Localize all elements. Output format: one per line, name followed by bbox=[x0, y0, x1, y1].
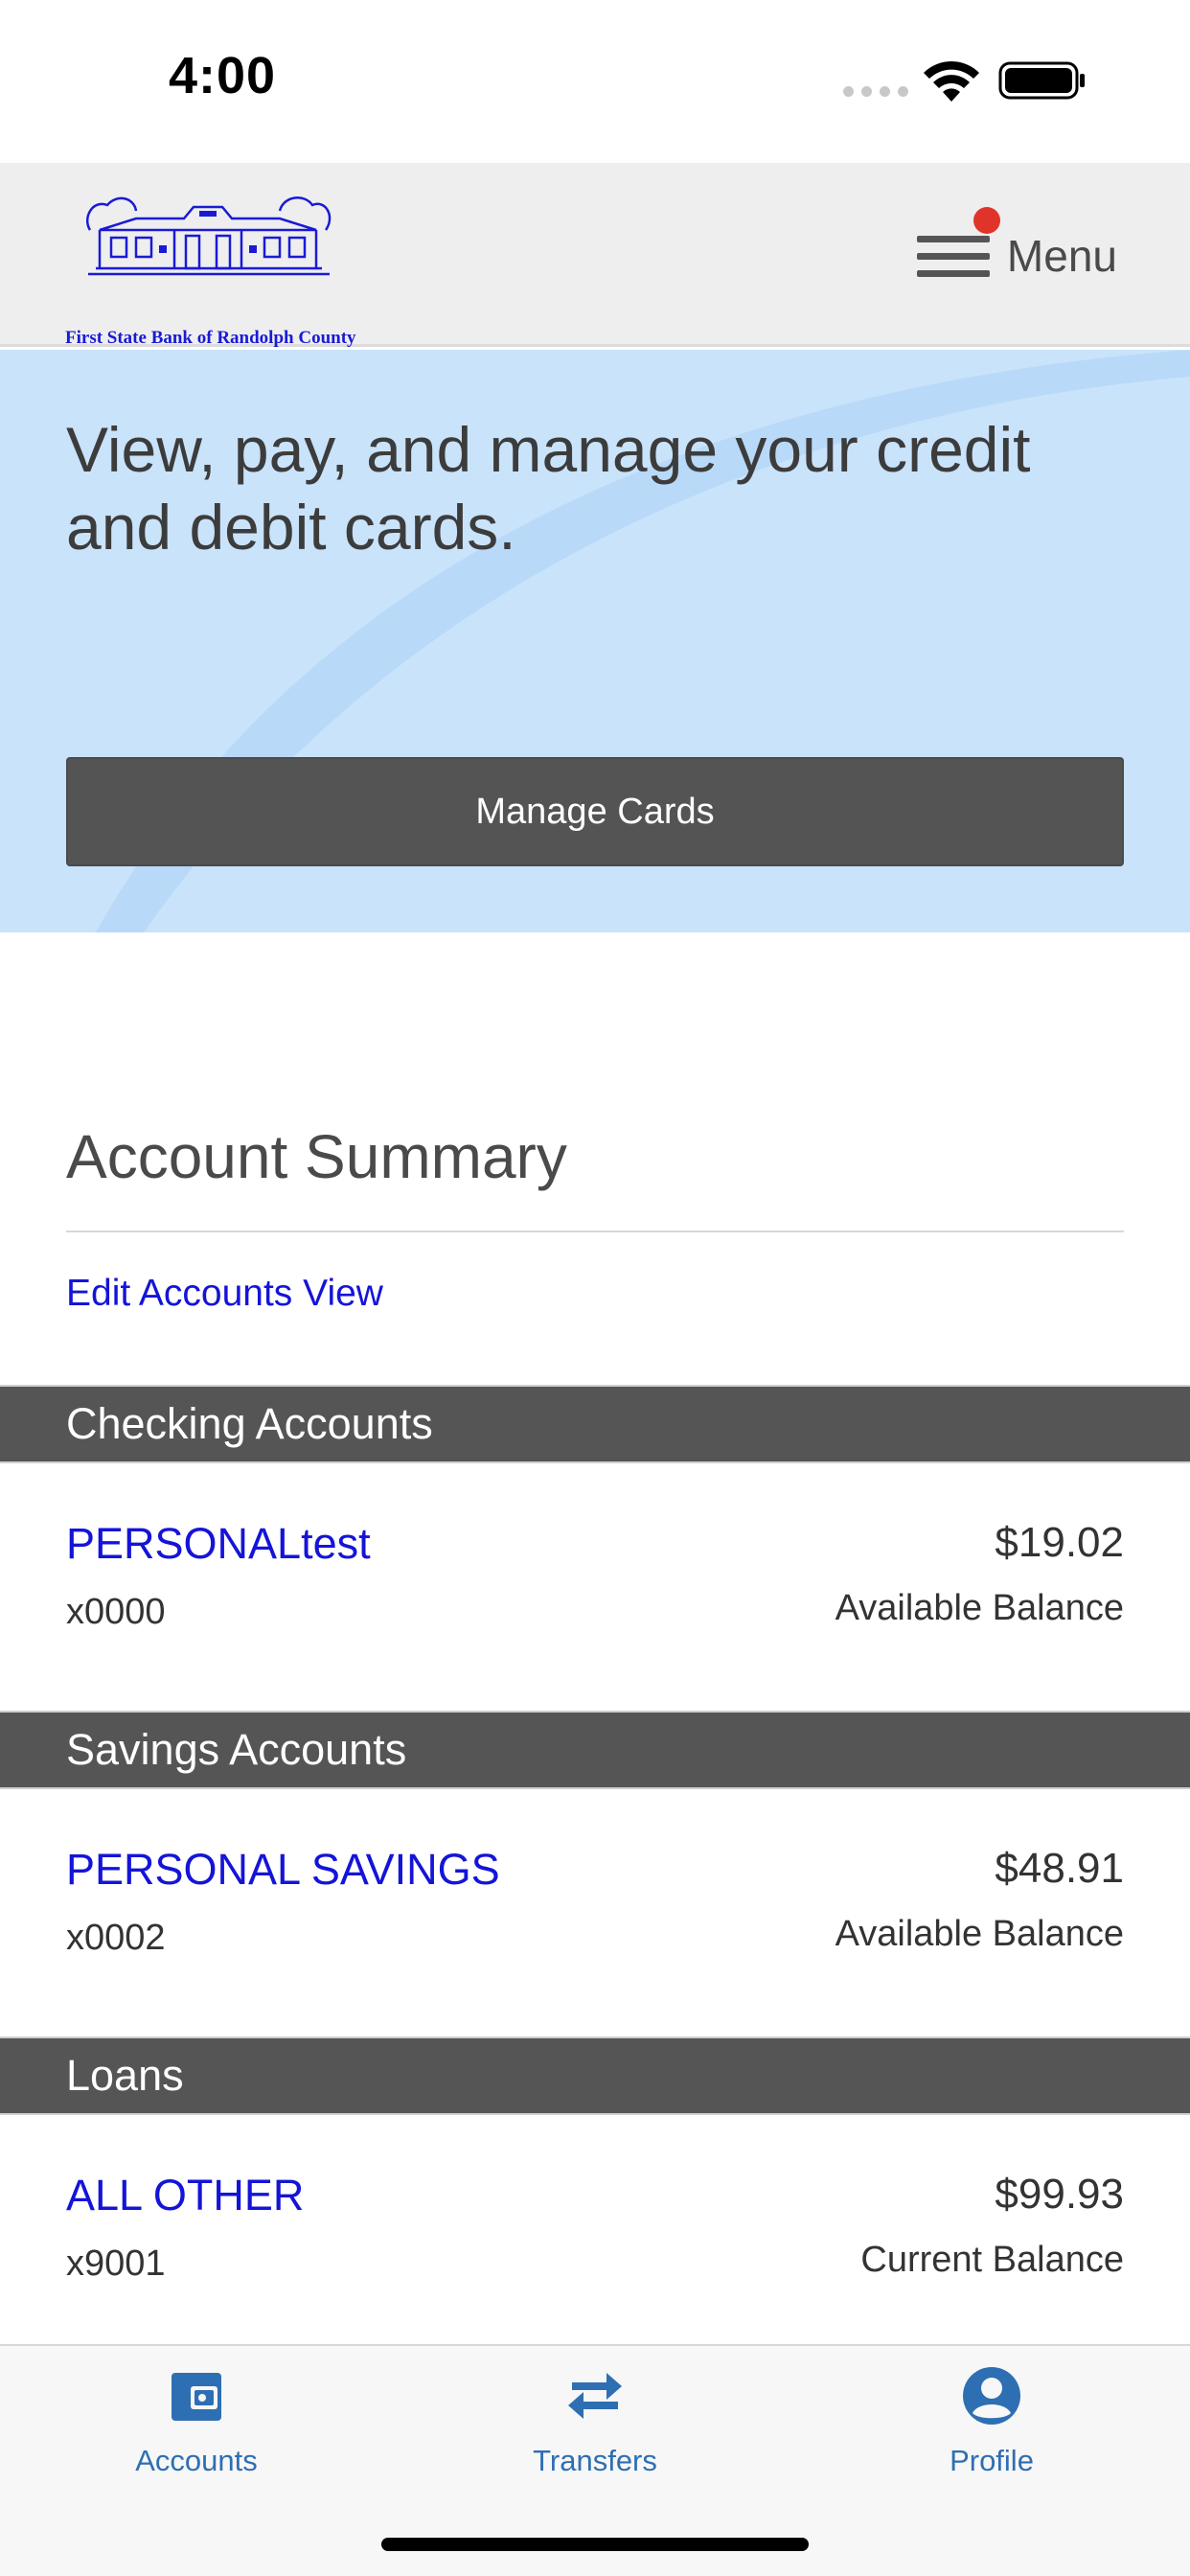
hamburger-icon bbox=[916, 230, 990, 282]
cellular-signal-icon bbox=[843, 86, 908, 97]
tab-transfers[interactable]: Transfers bbox=[451, 2365, 739, 2509]
divider bbox=[66, 1230, 1124, 1232]
notification-badge bbox=[973, 207, 1000, 234]
account-name[interactable]: ALL OTHER bbox=[66, 2171, 304, 2220]
logo-caption: First State Bank of Randolph County bbox=[65, 328, 356, 348]
account-row[interactable]: PERSONALtest x0000 $19.02 Available Bala… bbox=[0, 1465, 1190, 1713]
account-balance: $99.93 bbox=[995, 2171, 1124, 2218]
tab-label: Transfers bbox=[533, 2444, 657, 2477]
wifi-icon bbox=[924, 60, 979, 102]
hero-message: View, pay, and manage your credit and de… bbox=[66, 414, 1031, 563]
section-header-checking: Checking Accounts bbox=[0, 1385, 1190, 1463]
battery-icon bbox=[998, 61, 1085, 100]
manage-cards-button[interactable]: Manage Cards bbox=[66, 757, 1124, 866]
balance-label: Available Balance bbox=[835, 1914, 1124, 1954]
account-row[interactable]: ALL OTHER x9001 $99.93 Current Balance bbox=[0, 2117, 1190, 2343]
account-number: x0000 bbox=[66, 1592, 166, 1632]
edit-accounts-view-link[interactable]: Edit Accounts View bbox=[66, 1273, 383, 1315]
status-time: 4:00 bbox=[169, 47, 277, 104]
bank-building-icon bbox=[85, 196, 332, 276]
account-balance: $19.02 bbox=[995, 1519, 1124, 1566]
account-name[interactable]: PERSONAL SAVINGS bbox=[66, 1845, 500, 1895]
transfer-arrows-icon bbox=[568, 2373, 622, 2419]
section-header-loans: Loans bbox=[0, 2036, 1190, 2115]
account-summary-title: Account Summary bbox=[66, 1122, 567, 1191]
app-header: First State Bank of Randolph County Menu bbox=[0, 163, 1190, 348]
cards-promo-banner: View, pay, and manage your credit and de… bbox=[0, 350, 1190, 932]
profile-icon bbox=[963, 2367, 1020, 2425]
tab-profile[interactable]: Profile bbox=[848, 2365, 1135, 2509]
account-balance: $48.91 bbox=[995, 1845, 1124, 1892]
bank-logo: First State Bank of Randolph County bbox=[65, 192, 356, 348]
tab-label: Accounts bbox=[135, 2444, 258, 2477]
account-number: x0002 bbox=[66, 1918, 166, 1958]
section-header-savings: Savings Accounts bbox=[0, 1711, 1190, 1789]
status-bar: 4:00 bbox=[0, 0, 1190, 163]
account-name[interactable]: PERSONALtest bbox=[66, 1519, 371, 1569]
account-row[interactable]: PERSONAL SAVINGS x0002 $48.91 Available … bbox=[0, 1791, 1190, 2038]
balance-label: Available Balance bbox=[835, 1588, 1124, 1628]
account-number: x9001 bbox=[66, 2243, 166, 2284]
wallet-icon bbox=[172, 2373, 221, 2421]
tab-label: Profile bbox=[950, 2444, 1034, 2477]
menu-label: Menu bbox=[1006, 231, 1117, 281]
home-indicator[interactable] bbox=[381, 2538, 809, 2551]
menu-button[interactable]: Menu bbox=[916, 213, 1117, 299]
balance-label: Current Balance bbox=[860, 2240, 1124, 2280]
tab-accounts[interactable]: Accounts bbox=[53, 2365, 340, 2509]
